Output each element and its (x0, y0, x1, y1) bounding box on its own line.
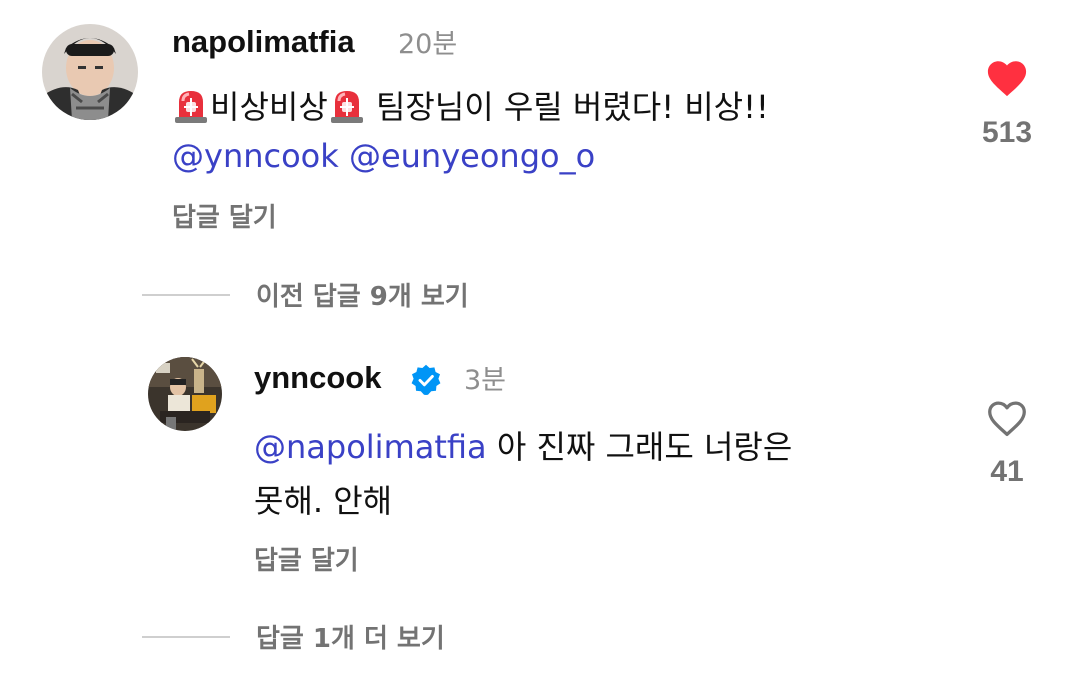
avatar[interactable] (148, 357, 222, 431)
comment-username[interactable]: ynncook (254, 360, 381, 396)
view-previous-replies-label: 이전 답글 9개 보기 (256, 282, 469, 312)
avatar-image (148, 357, 222, 431)
view-more-replies-label: 답글 1개 더 보기 (256, 624, 445, 654)
heart-filled-icon[interactable] (985, 58, 1029, 98)
comment-mentions: @ynncook @eunyeongo_o (172, 137, 595, 175)
thread-divider (142, 293, 230, 296)
reply-button[interactable]: 답글 달기 (254, 540, 359, 577)
avatar[interactable] (42, 24, 138, 120)
comment-text: @napolimatfia 아 진짜 그래도 너랑은 (254, 422, 792, 468)
comment-timestamp: 3분 (464, 365, 507, 396)
view-more-replies-button[interactable]: 답글 1개 더 보기 (142, 618, 445, 655)
police-siren-emoji (330, 91, 363, 123)
threads-at-icon: @ (348, 137, 381, 175)
comment-text: 못해. 안해 (254, 482, 393, 520)
view-previous-replies-button[interactable]: 이전 답글 9개 보기 (142, 276, 469, 313)
mention-link[interactable]: @eunyeongo_o (349, 137, 595, 175)
comment-text-part: 비상비상 (210, 88, 328, 126)
threads-at-icon: @ (254, 428, 286, 466)
threads-at-icon: @ (172, 137, 204, 175)
verified-badge-icon (411, 364, 441, 396)
heart-outline-icon[interactable] (985, 398, 1029, 438)
police-siren-emoji (175, 91, 207, 123)
comment-text-part: 아 진짜 그래도 너랑은 (486, 428, 793, 466)
mention-link[interactable]: @ynncook (172, 137, 339, 175)
avatar-image (42, 24, 138, 120)
comment-text: 비상비상 팀장님이 우릴 버렸다! 비상!! (172, 82, 769, 128)
comment-timestamp: 20분 (398, 29, 458, 60)
comment-thread: napolimatfia 20분 비상비상 팀장님이 우릴 버렸다! 비상!! … (0, 0, 1077, 690)
comment-username[interactable]: napolimatfia (172, 24, 355, 60)
reply-button[interactable]: 답글 달기 (172, 197, 277, 234)
comment-text-part: 팀장님이 우릴 버렸다! 비상!! (365, 88, 769, 126)
mention-link[interactable]: @napolimatfia (254, 428, 487, 466)
like-count: 513 (981, 116, 1033, 149)
thread-divider (142, 635, 230, 638)
like-count: 41 (990, 455, 1024, 488)
